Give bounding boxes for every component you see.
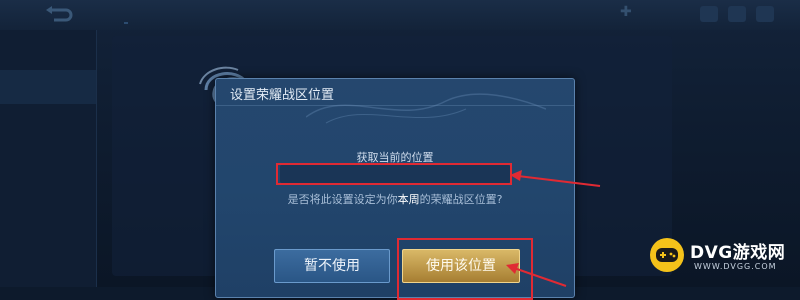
top-right-icons <box>700 6 774 22</box>
plus-icon[interactable]: ✚ <box>620 4 632 20</box>
gamepad-logo-icon <box>650 238 684 272</box>
sidebar-item-active[interactable] <box>0 70 96 104</box>
sidebar <box>0 30 97 287</box>
brand-name: DVG游戏网 <box>690 243 786 263</box>
question-prefix: 是否将此设置设定为你 <box>287 193 398 206</box>
brand-url: WWW.DVGG.COM <box>694 262 777 271</box>
location-highlight-box <box>276 163 512 185</box>
dialog-pattern-icon <box>306 93 546 124</box>
close-icon[interactable] <box>756 6 774 22</box>
question-suffix: 的荣耀战区位置? <box>419 193 503 206</box>
question-emphasis: 本周 <box>397 193 420 206</box>
back-arrow-icon[interactable] <box>44 6 74 24</box>
menu-icon[interactable] <box>700 6 718 22</box>
confirm-question: 是否将此设置设定为你本周的荣耀战区位置? <box>216 191 574 207</box>
brand-watermark: DVG游戏网 WWW.DVGG.COM <box>644 232 800 287</box>
location-dialog: 设置荣耀战区位置 获取当前的位置 是否将此设置设定为你本周的荣耀战区位置? 暂不… <box>215 78 575 300</box>
top-bar: ✚ <box>0 0 800 30</box>
confirm-highlight-box <box>397 238 533 300</box>
settings-icon[interactable] <box>728 6 746 22</box>
sidebar-item[interactable] <box>0 110 96 144</box>
cancel-button[interactable]: 暂不使用 <box>274 249 390 283</box>
tab-active[interactable] <box>124 5 129 24</box>
